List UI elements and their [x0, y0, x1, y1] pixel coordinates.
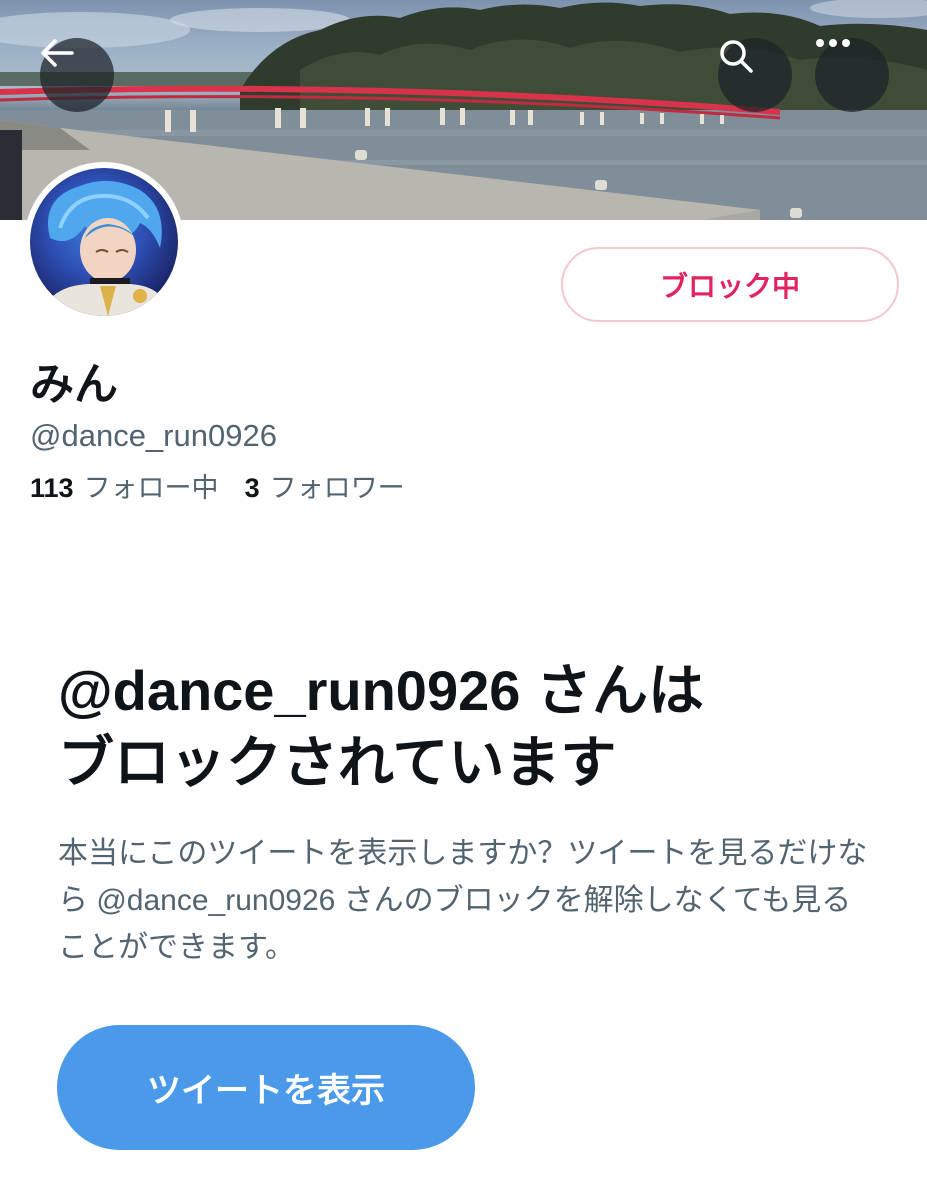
following-label: フォロー中	[83, 473, 219, 503]
arrow-left-icon	[41, 39, 74, 67]
followers-link[interactable]: 3 フォロワー	[245, 466, 405, 505]
blocked-notice-title-line2: ブロックされています	[58, 731, 617, 794]
search-icon	[720, 40, 753, 73]
avatar-image	[30, 168, 178, 316]
followers-label: フォロワー	[269, 473, 405, 503]
profile-page: ブロック中 みん @dance_run0926 113 フォロー中 3 フォロワー …	[0, 0, 927, 1200]
following-count: 113	[30, 473, 74, 503]
following-link[interactable]: 113 フォロー中	[30, 466, 219, 505]
follow-stats: 113 フォロー中 3 フォロワー	[30, 466, 405, 505]
avatar[interactable]	[24, 162, 184, 322]
back-button[interactable]	[40, 38, 114, 112]
display-name: みん	[30, 359, 118, 410]
search-button[interactable]	[718, 38, 792, 112]
blocked-notice-body: 本当にこのツイートを表示しますか？ツイートを見るだけなら @dance_run0…	[58, 837, 868, 964]
more-options-button[interactable]	[815, 38, 889, 112]
more-horizontal-icon	[816, 39, 850, 47]
view-tweets-button[interactable]: ツイートを表示	[57, 1025, 475, 1150]
blocked-notice-title-line1: @dance_run0926 さんは	[58, 659, 704, 722]
profile-handle: @dance_run0926	[30, 418, 277, 453]
blocked-button[interactable]: ブロック中	[561, 247, 899, 322]
blocked-notice-title: @dance_run0926 さんは ブロックされています	[58, 655, 898, 799]
followers-count: 3	[244, 473, 260, 503]
